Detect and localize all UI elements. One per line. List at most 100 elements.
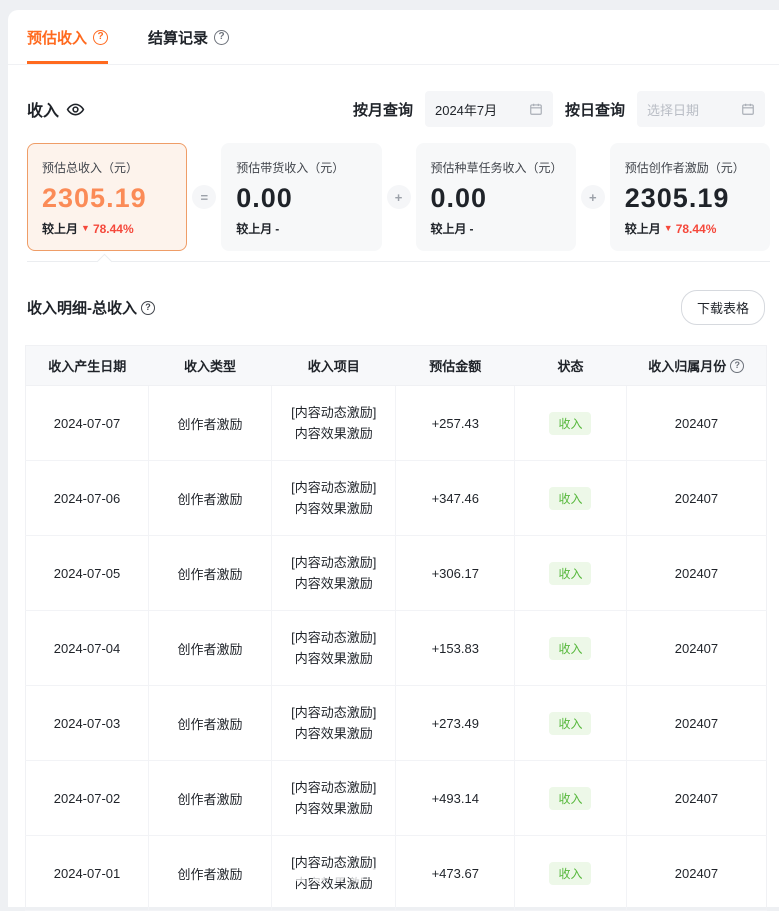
tab-estimated-income[interactable]: 预估收入 ? xyxy=(27,10,108,64)
status-badge: 收入 xyxy=(549,487,591,510)
header-amount: 预估金额 xyxy=(396,346,515,386)
compare-label: 较上月 xyxy=(431,220,467,237)
tab-settlement-record[interactable]: 结算记录 ? xyxy=(148,10,229,64)
cell-status: 收入 xyxy=(515,386,627,461)
stat-label: 预估带货收入（元） xyxy=(236,159,366,176)
cell-type: 创作者激励 xyxy=(149,611,272,686)
cell-project: [内容动态激励]内容效果激励 xyxy=(272,761,396,836)
cell-date: 2024-07-06 xyxy=(26,461,149,536)
cell-project: [内容动态激励]内容效果激励 xyxy=(272,386,396,461)
cell-month: 202407 xyxy=(626,386,766,461)
tab-bar: 预估收入 ? 结算记录 ? xyxy=(8,10,779,65)
detail-section-header: 收入明细-总收入 ? 下载表格 xyxy=(27,290,765,325)
compare-label: 较上月 xyxy=(42,220,78,237)
income-title-label: 收入 xyxy=(27,97,59,121)
month-query-label: 按月查询 xyxy=(353,99,413,120)
stat-card-total-income[interactable]: 预估总收入（元） 2305.19 较上月 ▼ 78.44% xyxy=(27,143,187,251)
stat-card-seeding-task-income[interactable]: 预估种草任务收入（元） 0.00 较上月 - xyxy=(416,143,576,251)
income-filter-row: 收入 按月查询 2024年7月 xyxy=(27,91,765,127)
cell-amount: +473.67 xyxy=(396,836,515,911)
table-row: 2024-07-02 创作者激励 [内容动态激励]内容效果激励 +493.14 … xyxy=(26,761,767,836)
tab-label: 预估收入 xyxy=(27,27,87,48)
day-query-label: 按日查询 xyxy=(565,99,625,120)
status-badge: 收入 xyxy=(549,862,591,885)
detail-section-title: 收入明细-总收入 ? xyxy=(27,297,155,318)
month-picker-input[interactable]: 2024年7月 xyxy=(425,91,553,127)
cell-status: 收入 xyxy=(515,611,627,686)
help-icon[interactable]: ? xyxy=(730,359,744,373)
cell-amount: +347.46 xyxy=(396,461,515,536)
month-picker-value: 2024年7月 xyxy=(435,100,497,119)
cell-type: 创作者激励 xyxy=(149,761,272,836)
stat-card-goods-income[interactable]: 预估带货收入（元） 0.00 较上月 - xyxy=(221,143,381,251)
status-badge: 收入 xyxy=(549,412,591,435)
status-badge: 收入 xyxy=(549,637,591,660)
header-status: 状态 xyxy=(515,346,627,386)
cell-status: 收入 xyxy=(515,761,627,836)
compare-delta: 78.44% xyxy=(93,222,134,236)
cell-month: 202407 xyxy=(626,836,766,911)
tab-label: 结算记录 xyxy=(148,27,208,48)
help-icon[interactable]: ? xyxy=(214,30,229,45)
eye-icon[interactable] xyxy=(66,100,85,119)
day-picker-input[interactable]: 选择日期 xyxy=(637,91,765,127)
income-title: 收入 xyxy=(27,97,85,121)
divider xyxy=(27,261,770,262)
plus-icon: + xyxy=(387,185,411,209)
stat-value: 0.00 xyxy=(431,183,561,214)
stat-label: 预估种草任务收入（元） xyxy=(431,159,561,176)
plus-icon: + xyxy=(581,185,605,209)
cell-project: [内容动态激励]内容效果激励 xyxy=(272,461,396,536)
cell-status: 收入 xyxy=(515,461,627,536)
stat-card-creator-incentive[interactable]: 预估创作者激励（元） 2305.19 较上月 ▼ 78.44% xyxy=(610,143,770,251)
compare-delta: - xyxy=(470,222,474,236)
cell-date: 2024-07-01 xyxy=(26,836,149,911)
stat-value: 2305.19 xyxy=(625,183,755,214)
download-table-button[interactable]: 下载表格 xyxy=(681,290,765,325)
cell-date: 2024-07-04 xyxy=(26,611,149,686)
stat-label: 预估创作者激励（元） xyxy=(625,159,755,176)
stat-value: 0.00 xyxy=(236,183,366,214)
cell-type: 创作者激励 xyxy=(149,536,272,611)
cell-month: 202407 xyxy=(626,761,766,836)
date-filters: 按月查询 2024年7月 按日查询 选择日期 xyxy=(353,91,765,127)
compare-label: 较上月 xyxy=(236,220,272,237)
cell-month: 202407 xyxy=(626,611,766,686)
detail-title-label: 收入明细-总收入 xyxy=(27,297,137,318)
cell-project: [内容动态激励]内容效果激励 xyxy=(272,686,396,761)
help-icon[interactable]: ? xyxy=(141,301,155,315)
caret-up-icon xyxy=(97,253,113,269)
main-panel: 预估收入 ? 结算记录 ? 收入 按月查询 2024年7月 xyxy=(8,10,779,907)
cell-amount: +153.83 xyxy=(396,611,515,686)
table-row: 2024-07-06 创作者激励 [内容动态激励]内容效果激励 +347.46 … xyxy=(26,461,767,536)
cell-amount: +257.43 xyxy=(396,386,515,461)
calendar-icon xyxy=(741,102,755,116)
stat-compare: 较上月 ▼ 78.44% xyxy=(42,220,172,237)
cell-type: 创作者激励 xyxy=(149,386,272,461)
cell-amount: +306.17 xyxy=(396,536,515,611)
compare-delta: - xyxy=(275,222,279,236)
cell-date: 2024-07-05 xyxy=(26,536,149,611)
cell-status: 收入 xyxy=(515,536,627,611)
equals-icon: = xyxy=(192,185,216,209)
cell-type: 创作者激励 xyxy=(149,836,272,911)
stat-cards-row: 预估总收入（元） 2305.19 较上月 ▼ 78.44% = 预估带货收入（元… xyxy=(27,143,770,251)
cell-date: 2024-07-02 xyxy=(26,761,149,836)
trend-down-icon: ▼ xyxy=(81,224,90,233)
cell-month: 202407 xyxy=(626,686,766,761)
compare-delta: 78.44% xyxy=(676,222,717,236)
stat-value: 2305.19 xyxy=(42,183,172,214)
table-row: 2024-07-03 创作者激励 [内容动态激励]内容效果激励 +273.49 … xyxy=(26,686,767,761)
status-badge: 收入 xyxy=(549,787,591,810)
table-row: 2024-07-05 创作者激励 [内容动态激励]内容效果激励 +306.17 … xyxy=(26,536,767,611)
cell-project: [内容动态激励]内容效果激励 xyxy=(272,536,396,611)
cell-status: 收入 xyxy=(515,836,627,911)
help-icon[interactable]: ? xyxy=(93,30,108,45)
header-month: 收入归属月份 ? xyxy=(626,346,766,386)
stat-compare: 较上月 ▼ 78.44% xyxy=(625,220,755,237)
header-type: 收入类型 xyxy=(149,346,272,386)
cell-amount: +493.14 xyxy=(396,761,515,836)
table-row: 2024-07-04 创作者激励 [内容动态激励]内容效果激励 +153.83 … xyxy=(26,611,767,686)
cell-month: 202407 xyxy=(626,461,766,536)
cell-month: 202407 xyxy=(626,536,766,611)
